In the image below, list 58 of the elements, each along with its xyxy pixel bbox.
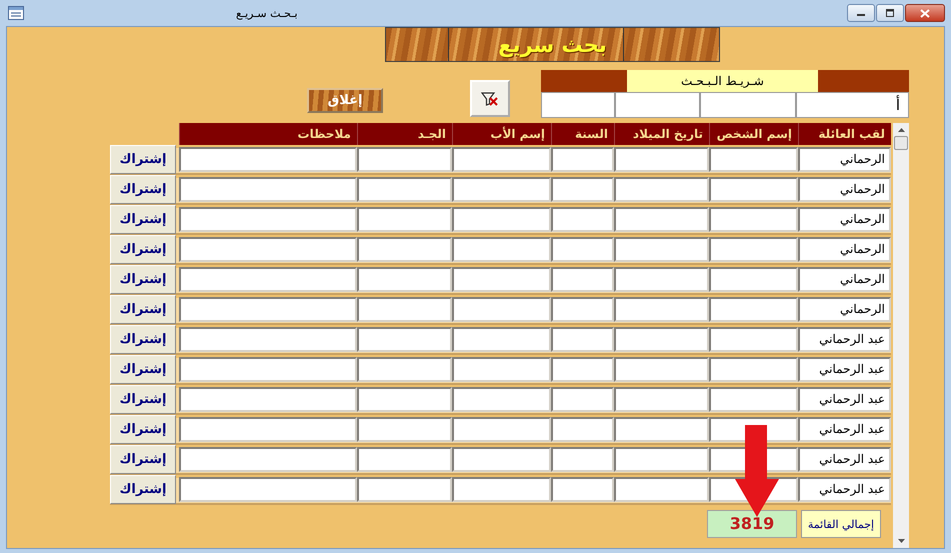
search-field[interactable]: أ <box>796 92 909 118</box>
minimize-button[interactable] <box>847 4 875 22</box>
subscribe-button[interactable]: إشتراك <box>110 144 176 174</box>
table-cell: عبد الرحماني <box>798 326 891 352</box>
table-cell <box>551 236 614 262</box>
total-button[interactable]: إجمالي القائمة <box>801 510 881 538</box>
subscribe-button[interactable]: إشتراك <box>110 384 176 414</box>
close-button[interactable] <box>905 4 945 22</box>
close-icon <box>920 8 930 18</box>
subscribe-button[interactable]: إشتراك <box>110 354 176 384</box>
subscribe-button[interactable]: إشتراك <box>110 444 176 474</box>
subscribe-button[interactable]: إشتراك <box>110 174 176 204</box>
scroll-down-icon[interactable] <box>898 539 904 543</box>
subscribe-button[interactable]: إشتراك <box>110 264 176 294</box>
subscribe-button[interactable]: إشتراك <box>110 234 176 264</box>
table-cell <box>551 326 614 352</box>
table-cell: عبد الرحماني <box>798 386 891 412</box>
subscribe-button[interactable]: إشتراك <box>110 204 176 234</box>
table-cell <box>551 416 614 442</box>
banner: بحث سريع <box>385 27 720 62</box>
table-cell <box>551 266 614 292</box>
window-title: بـحـث سـريـع <box>236 6 298 20</box>
total-count: 3819 <box>707 510 797 538</box>
search-field[interactable] <box>615 92 700 118</box>
table-cell: الرحماني <box>798 296 891 322</box>
search-bar-label: شـريـط الـبـحـث <box>627 70 818 92</box>
table-cell: عبد الرحماني <box>798 446 891 472</box>
scrollbar[interactable] <box>893 123 909 548</box>
maximize-button[interactable] <box>876 4 904 22</box>
subscribe-button[interactable]: إشتراك <box>110 414 176 444</box>
maximize-icon <box>885 9 895 17</box>
clear-filter-icon <box>481 90 499 106</box>
table-cell <box>551 446 614 472</box>
table-cell: الرحماني <box>798 266 891 292</box>
table-cell: الرحماني <box>798 146 891 172</box>
table-cell: الرحماني <box>798 206 891 232</box>
app-icon[interactable] <box>8 6 24 20</box>
clear-filter-button[interactable] <box>470 80 510 117</box>
subscribe-button[interactable]: إشتراك <box>110 294 176 324</box>
search-field[interactable] <box>541 92 615 118</box>
scroll-thumb[interactable] <box>894 136 908 150</box>
table-cell <box>551 386 614 412</box>
table-cell: الرحماني <box>798 176 891 202</box>
table-cell <box>551 476 614 502</box>
table-cell <box>551 296 614 322</box>
table-cell <box>551 356 614 382</box>
table-cell: الرحماني <box>798 236 891 262</box>
subscribe-button[interactable]: إشتراك <box>110 324 176 354</box>
subscribe-button[interactable]: إشتراك <box>110 474 176 504</box>
scroll-up-icon[interactable] <box>898 128 904 132</box>
search-field[interactable] <box>700 92 796 118</box>
table-cell: عبد الرحماني <box>798 416 891 442</box>
close-form-button[interactable]: إغلاق <box>307 88 383 113</box>
table-cell <box>551 146 614 172</box>
table-cell <box>551 176 614 202</box>
table-cell: عبد الرحماني <box>798 356 891 382</box>
table-cell <box>551 206 614 232</box>
table-cell: عبد الرحماني <box>798 476 891 502</box>
